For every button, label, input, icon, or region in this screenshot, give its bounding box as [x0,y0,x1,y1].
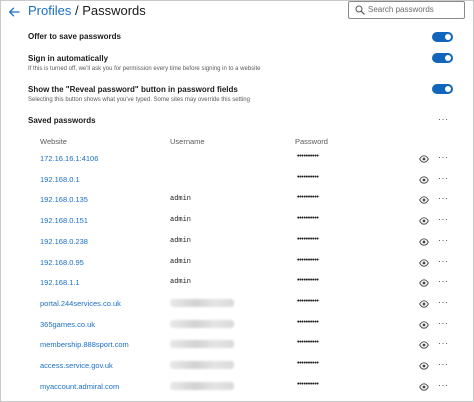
row-more-actions-button[interactable]: ··· [438,173,449,183]
website-link[interactable]: 192.168.1.1 [40,278,80,287]
row-more-actions-button[interactable]: ··· [438,359,449,369]
row-more-actions-button[interactable]: ··· [438,318,449,328]
username-value: admin [170,216,192,225]
username-blurred [170,340,234,349]
setting-offer-to-save: Offer to save passwords [28,32,121,41]
setting-signin-title: Sign in automatically [28,54,109,63]
password-masked: •••••••••• [297,235,319,243]
password-row: 192.168.0.1 •••••••••• ··· [1,172,473,192]
password-masked: •••••••••• [297,339,319,347]
reveal-password-eye-icon[interactable] [419,217,429,225]
website-link[interactable]: 365games.co.uk [40,320,95,329]
row-more-actions-button[interactable]: ··· [438,380,449,390]
reveal-password-eye-icon[interactable] [419,176,429,184]
setting-offer-title: Offer to save passwords [28,32,121,41]
website-link[interactable]: 172.16.16.1:4106 [40,154,98,163]
password-masked: •••••••••• [297,360,319,367]
reveal-password-eye-icon[interactable] [419,341,429,349]
column-header-website: Website [40,137,67,146]
username-value: admin [170,195,192,204]
password-row: membership.888sport.com •••••••••• ··· [1,337,473,357]
password-masked: •••••••••• [297,297,319,305]
website-link[interactable]: 192.168.0.135 [40,195,88,204]
sign-in-automatically-toggle[interactable] [432,53,453,63]
reveal-password-eye-icon[interactable] [419,362,429,370]
password-masked: •••••••••• [297,194,319,202]
row-more-actions-button[interactable]: ··· [438,256,449,266]
row-more-actions-button[interactable]: ··· [438,235,449,245]
website-link[interactable]: myaccount.admiral.com [40,382,119,391]
reveal-password-eye-icon[interactable] [419,238,429,246]
password-masked: •••••••••• [297,215,319,223]
password-row: 192.168.0.238 admin •••••••••• ··· [1,234,473,254]
search-box[interactable] [348,1,465,19]
website-link[interactable]: access.service.gov.uk [40,361,113,370]
arrow-left-icon [9,7,20,17]
reveal-password-eye-icon[interactable] [419,279,429,287]
column-header-password: Password [295,137,328,146]
breadcrumb: Profiles / Passwords [28,2,146,20]
page-title: Passwords [82,3,146,18]
password-masked: •••••••••• [297,380,319,388]
reveal-password-eye-icon[interactable] [419,320,429,329]
breadcrumb-separator: / [71,3,83,18]
password-row: 192.168.0.151 admin •••••••••• ··· [1,213,473,233]
saved-passwords-more-button[interactable]: ··· [438,114,449,124]
website-link[interactable]: 192.168.0.151 [40,216,88,225]
search-input[interactable] [368,3,460,16]
row-more-actions-button[interactable]: ··· [438,297,449,307]
row-more-actions-button[interactable]: ··· [438,193,449,203]
search-icon [355,5,365,15]
setting-reveal-password: Show the "Reveal password" button in pas… [28,85,250,103]
password-row: 365games.co.uk •••••••••• ··· [1,317,473,337]
breadcrumb-profiles-link[interactable]: Profiles [28,3,71,18]
row-more-actions-button[interactable]: ··· [438,152,449,162]
website-link[interactable]: 192.168.0.238 [40,237,88,246]
reveal-password-eye-icon[interactable] [419,300,429,308]
username-value: admin [170,236,192,245]
column-header-username: Username [170,137,205,146]
setting-signin-description: If this is turned off, we'll ask you for… [28,66,261,72]
passwords-page: Profiles / Passwords Offer to save passw… [0,0,474,402]
password-row: access.service.gov.uk •••••••••• ··· [1,358,473,378]
password-row: 192.168.1.1 admin •••••••••• ··· [1,275,473,295]
username-blurred [170,381,234,390]
reveal-password-eye-icon[interactable] [419,155,429,163]
setting-reveal-description: Selecting this button shows what you've … [28,97,250,103]
row-more-actions-button[interactable]: ··· [438,276,449,286]
saved-passwords-title: Saved passwords [28,116,96,125]
password-masked: •••••••••• [297,173,319,181]
username-value: admin [170,278,192,287]
website-link[interactable]: membership.888sport.com [40,340,129,349]
username-value: admin [170,257,192,266]
username-blurred [170,298,234,307]
password-row: portal.244services.co.uk •••••••••• ··· [1,296,473,316]
password-masked: •••••••••• [297,256,319,264]
reveal-password-eye-icon[interactable] [419,258,429,267]
website-link[interactable]: 192.168.0.1 [40,175,80,184]
reveal-password-eye-icon[interactable] [419,383,429,391]
row-more-actions-button[interactable]: ··· [438,214,449,224]
password-masked: •••••••••• [297,277,319,285]
website-link[interactable]: 192.168.0.95 [40,258,84,267]
row-more-actions-button[interactable]: ··· [438,338,449,348]
website-link[interactable]: portal.244services.co.uk [40,299,121,308]
password-masked: •••••••••• [297,318,319,326]
reveal-password-toggle[interactable] [432,84,453,94]
setting-sign-in-automatically: Sign in automatically If this is turned … [28,54,260,72]
password-row: 172.16.16.1:4106 •••••••••• ··· [1,151,473,171]
password-row: 192.168.0.95 admin •••••••••• ··· [1,255,473,275]
username-blurred [170,319,234,328]
password-row: myaccount.admiral.com •••••••••• ··· [1,379,473,399]
username-blurred [170,361,234,369]
reveal-password-eye-icon[interactable] [419,196,429,205]
password-row: 192.168.0.135 admin •••••••••• ··· [1,192,473,212]
offer-to-save-toggle[interactable] [432,32,453,42]
back-button[interactable] [7,5,21,19]
setting-reveal-title: Show the "Reveal password" button in pas… [28,85,238,94]
password-masked: •••••••••• [297,153,319,160]
